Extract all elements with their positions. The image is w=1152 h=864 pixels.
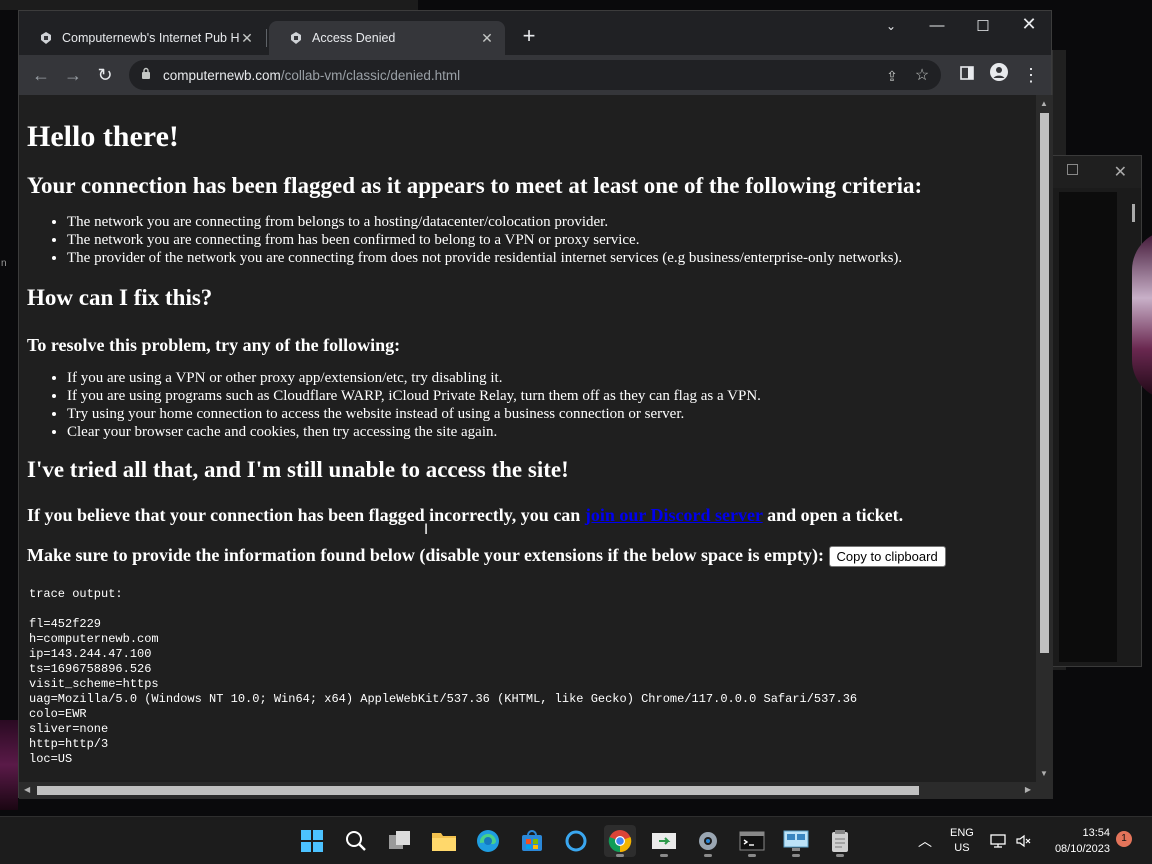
start-icon[interactable] [296,825,328,857]
browser-window: Computernewb's Internet Pub H ✕ Access D… [18,10,1053,799]
list-item: Clear your browser cache and cookies, th… [67,423,1036,441]
scroll-up-icon[interactable]: ▲ [1040,99,1048,108]
terminal-icon[interactable] [736,825,768,857]
wallpaper-glow [1132,230,1152,400]
list-item: The network you are connecting from belo… [67,213,1036,231]
tab-close-icon[interactable]: ✕ [239,30,255,47]
trace-line: visit_scheme=https [29,677,159,692]
file-explorer-icon[interactable] [428,825,460,857]
volume-muted-icon[interactable] [1016,817,1032,864]
page-content: Hello there! Your connection has been fl… [19,95,1036,782]
trace-line: http=http/3 [29,737,109,752]
kebab-menu-icon[interactable]: ⋮ [1019,63,1043,87]
tab-close-icon[interactable]: ✕ [479,30,495,47]
trace-line: sliver=none [29,722,109,737]
search-icon[interactable] [340,825,372,857]
wallpaper-glow [0,720,18,810]
clock-time: 13:54 [1082,827,1110,839]
background-window [0,0,418,10]
bookmark-star-icon[interactable]: ☆ [913,67,931,85]
text-cursor-icon: I [424,522,429,538]
close-window-icon[interactable]: ✕ [1009,14,1049,35]
site-favicon-icon [39,31,53,45]
reload-icon[interactable]: ↻ [93,63,117,87]
profile-icon[interactable] [987,63,1011,87]
clock-date: 08/10/2023 [1054,843,1110,855]
scroll-left-icon[interactable]: ◀ [24,785,30,794]
tab-access-denied[interactable]: Access Denied ✕ [269,21,505,55]
tab-title: Computernewb's Internet Pub H [62,31,239,45]
network-app-icon[interactable] [780,825,812,857]
forward-arrow-icon[interactable]: → [61,63,85,87]
minimize-icon[interactable]: — [917,17,957,34]
list-item: If you are using a VPN or other proxy ap… [67,369,1036,387]
cortana-icon[interactable] [560,825,592,857]
list-item: The network you are connecting from has … [67,231,1036,249]
new-tab-button[interactable]: + [517,25,541,47]
criteria-list: The network you are connecting from belo… [67,213,1036,267]
fix-list: If you are using a VPN or other proxy ap… [67,369,1036,441]
provide-info-paragraph: Make sure to provide the information fou… [27,543,1036,568]
fix-heading: How can I fix this? [27,285,213,310]
close-icon[interactable]: ✕ [1114,162,1127,182]
tab-strip: Computernewb's Internet Pub H ✕ Access D… [19,11,1051,55]
address-bar[interactable]: computernewb.com/collab-vm/classic/denie… [129,60,941,90]
copy-to-clipboard-button[interactable]: Copy to clipboard [828,546,946,568]
tab-search-chevron-icon[interactable]: ⌄ [871,19,911,33]
language-indicator[interactable]: ENG US [950,817,974,864]
network-icon[interactable] [990,817,1006,864]
edge-icon[interactable] [472,825,504,857]
trace-line: ts=1696758896.526 [29,662,152,677]
discord-paragraph: If you believe that your connection has … [27,505,904,525]
trace-output: trace output:​fl=452f229h=computernewb.c… [29,587,1036,767]
browser-toolbar: ← → ↻ computernewb.com/collab-vm/classic… [19,55,1051,95]
background-text-fragment: n [1,258,7,269]
trace-line: uag=Mozilla/5.0 (Windows NT 10.0; Win64;… [29,692,858,707]
store-icon[interactable] [516,825,548,857]
tab-title: Access Denied [312,31,396,45]
trace-line: ip=143.244.47.100 [29,647,152,662]
list-item: The provider of the network you are conn… [67,249,1036,267]
trace-line: h=computernewb.com [29,632,159,647]
taskbar: ︿ ENG US 13:54 08/10/2023 [0,816,1152,864]
background-terminal-window: ✕ [1052,155,1142,667]
back-arrow-icon[interactable]: ← [29,63,53,87]
list-item: If you are using programs such as Cloudf… [67,387,1036,405]
vertical-scrollbar[interactable]: ▲ ▼ [1036,95,1053,782]
page-title: Hello there! [27,120,179,153]
show-hidden-icons-chevron-icon[interactable]: ︿ [918,817,932,864]
scroll-right-icon[interactable]: ▶ [1025,785,1031,794]
clock[interactable]: 13:54 08/10/2023 [1044,817,1110,864]
tried-heading: I've tried all that, and I'm still unabl… [27,457,569,482]
trace-line: loc=US [29,752,73,767]
site-favicon-icon [289,31,303,45]
trace-line: ​ [29,602,1036,617]
lock-icon[interactable] [139,66,153,84]
tab-separator [266,29,267,47]
trace-line: colo=EWR [29,707,87,722]
share-icon[interactable]: ⇪ [883,67,901,85]
chrome-icon[interactable] [604,825,636,857]
horizontal-scrollbar[interactable]: ◀ ▶ [19,782,1053,799]
notepad-icon[interactable] [824,825,856,857]
fix-subheading: To resolve this problem, try any of the … [27,335,401,355]
maximize-icon[interactable] [1067,164,1078,175]
maximize-icon[interactable]: ☐ [963,17,1003,35]
side-panel-icon[interactable] [955,63,979,87]
tab-pub-hub[interactable]: Computernewb's Internet Pub H ✕ [19,21,265,55]
discord-link[interactable]: join our Discord server [585,505,763,525]
notification-badge[interactable]: 1 [1116,831,1132,847]
criteria-heading: Your connection has been flagged as it a… [27,173,923,198]
settings-icon[interactable] [692,825,724,857]
task-view-icon[interactable] [384,825,416,857]
trace-line: fl=452f229 [29,617,102,632]
scrollbar-thumb[interactable] [1040,113,1049,653]
url-text: computernewb.com/collab-vm/classic/denie… [163,67,461,83]
remote-app-icon[interactable] [648,825,680,857]
scrollbar-thumb[interactable] [37,786,919,795]
trace-line: trace output: [29,587,123,602]
scroll-down-icon[interactable]: ▼ [1040,769,1048,778]
list-item: Try using your home connection to access… [67,405,1036,423]
